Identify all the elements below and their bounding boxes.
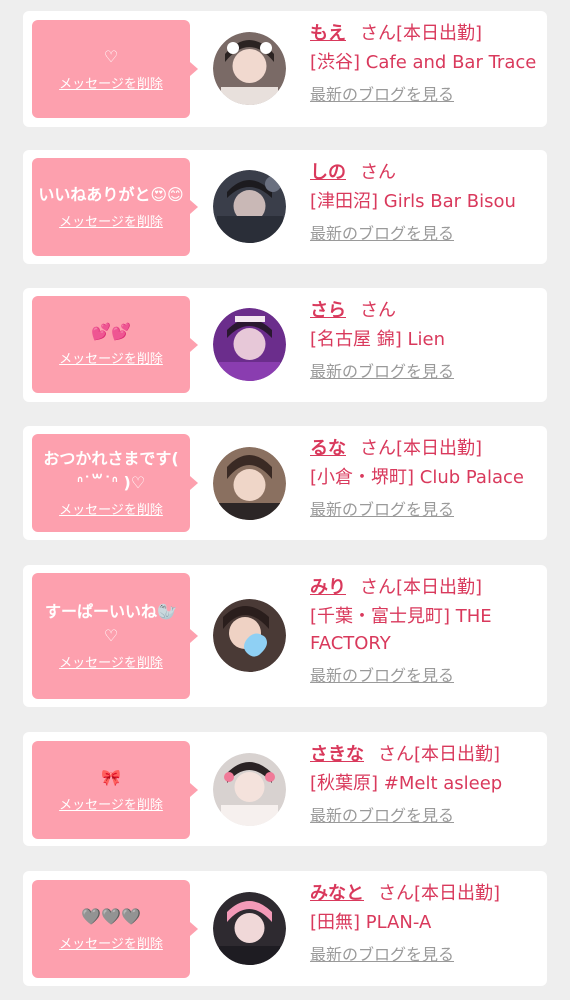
message-card: 🩶🩶🩶 メッセージを削除 みなと さん[本日出勤] [田無] PLAN-A 最新の… <box>23 871 547 986</box>
cast-name-link[interactable]: みり <box>310 577 346 598</box>
message-bubble: 💕💕 メッセージを削除 <box>32 296 198 393</box>
avatar[interactable] <box>213 753 286 826</box>
message-card: 💕💕 メッセージを削除 さら さん [名古屋 錦] Lien 最新のブログを見る <box>23 288 547 402</box>
status-badge: [本日出勤] <box>414 744 501 765</box>
status-badge: [本日出勤] <box>396 438 483 459</box>
message-text: すーぱーいいね🦭♡ <box>45 601 177 645</box>
message-text: おつかれさまです( ᐢ˙꒳˙ᐢ )♡ <box>43 448 179 492</box>
message-bubble: 🎀 メッセージを削除 <box>32 741 198 839</box>
status-badge: [本日出勤] <box>396 577 483 598</box>
message-card: 🎀 メッセージを削除 さきな さん[本日出勤] [秋葉原] #Melt aslee… <box>23 732 547 846</box>
avatar[interactable] <box>213 447 286 520</box>
blog-link[interactable]: 最新のブログを見る <box>310 223 542 245</box>
message-card: すーぱーいいね🦭♡ メッセージを削除 みり さん[本日出勤] [千葉・富士見町] … <box>23 565 547 707</box>
honorific: さん <box>360 162 396 183</box>
message-text: いいねありがと😍😊 <box>38 184 184 204</box>
honorific: さん <box>360 438 396 459</box>
message-text: 💕💕 <box>91 322 131 341</box>
cast-name-link[interactable]: さきな <box>310 744 364 765</box>
delete-message-link[interactable]: メッセージを削除 <box>59 211 163 230</box>
blog-link[interactable]: 最新のブログを見る <box>310 499 542 521</box>
delete-message-link[interactable]: メッセージを削除 <box>59 348 163 367</box>
blog-link[interactable]: 最新のブログを見る <box>310 361 542 383</box>
message-card: おつかれさまです( ᐢ˙꒳˙ᐢ )♡ メッセージを削除 るな さん[本日出勤] [… <box>23 426 547 540</box>
delete-message-link[interactable]: メッセージを削除 <box>59 652 163 671</box>
honorific: さん <box>378 744 414 765</box>
status-badge: [本日出勤] <box>414 883 501 904</box>
shop-label: [千葉・富士見町] THE FACTORY <box>310 606 492 654</box>
honorific: さん <box>360 300 396 321</box>
delete-message-link[interactable]: メッセージを削除 <box>59 794 163 813</box>
honorific: さん <box>378 883 414 904</box>
delete-message-link[interactable]: メッセージを削除 <box>59 73 163 92</box>
message-text: 🎀 <box>101 767 121 787</box>
message-bubble: 🩶🩶🩶 メッセージを削除 <box>32 880 198 978</box>
avatar[interactable] <box>213 32 286 105</box>
message-bubble: いいねありがと😍😊 メッセージを削除 <box>32 158 198 256</box>
shop-label: [秋葉原] #Melt asleep <box>310 773 503 794</box>
avatar[interactable] <box>213 892 286 965</box>
message-card: いいねありがと😍😊 メッセージを削除 しの さん [津田沼] Girls Bar … <box>23 150 547 264</box>
cast-info: さら さん [名古屋 錦] Lien 最新のブログを見る <box>310 298 542 383</box>
cast-name-link[interactable]: しの <box>310 162 346 183</box>
message-bubble: おつかれさまです( ᐢ˙꒳˙ᐢ )♡ メッセージを削除 <box>32 434 198 532</box>
cast-name-link[interactable]: もえ <box>310 23 346 44</box>
cast-name-link[interactable]: るな <box>310 438 346 459</box>
message-text: 🩶🩶🩶 <box>81 906 141 926</box>
message-bubble: すーぱーいいね🦭♡ メッセージを削除 <box>32 573 198 699</box>
cast-info: みなと さん[本日出勤] [田無] PLAN-A 最新のブログを見る <box>310 881 542 966</box>
cast-name-link[interactable]: さら <box>310 300 346 321</box>
message-text: ♡ <box>103 46 119 66</box>
blog-link[interactable]: 最新のブログを見る <box>310 805 542 827</box>
cast-info: さきな さん[本日出勤] [秋葉原] #Melt asleep 最新のブログを見る <box>310 742 542 827</box>
shop-label: [小倉・堺町] Club Palace <box>310 467 524 488</box>
shop-label: [津田沼] Girls Bar Bisou <box>310 191 516 212</box>
honorific: さん <box>360 23 396 44</box>
blog-link[interactable]: 最新のブログを見る <box>310 84 542 106</box>
blog-link[interactable]: 最新のブログを見る <box>310 944 542 966</box>
cast-info: みり さん[本日出勤] [千葉・富士見町] THE FACTORY 最新のブログを… <box>310 575 542 687</box>
shop-label: [田無] PLAN-A <box>310 912 432 933</box>
cast-name-link[interactable]: みなと <box>310 883 364 904</box>
cast-info: るな さん[本日出勤] [小倉・堺町] Club Palace 最新のブログを見る <box>310 436 542 521</box>
blog-link[interactable]: 最新のブログを見る <box>310 665 542 687</box>
shop-label: [名古屋 錦] Lien <box>310 329 445 350</box>
message-bubble: ♡ メッセージを削除 <box>32 20 198 118</box>
cast-info: しの さん [津田沼] Girls Bar Bisou 最新のブログを見る <box>310 160 542 245</box>
status-badge: [本日出勤] <box>396 23 483 44</box>
avatar[interactable] <box>213 599 286 672</box>
honorific: さん <box>360 577 396 598</box>
shop-label: [渋谷] Cafe and Bar Trace <box>310 52 537 73</box>
message-card: ♡ メッセージを削除 もえ さん[本日出勤] [渋谷] Cafe and Bar … <box>23 11 547 127</box>
avatar[interactable] <box>213 170 286 243</box>
message-list: ♡ メッセージを削除 もえ さん[本日出勤] [渋谷] Cafe and Bar … <box>0 0 570 1000</box>
avatar[interactable] <box>213 308 286 381</box>
cast-info: もえ さん[本日出勤] [渋谷] Cafe and Bar Trace 最新のブロ… <box>310 21 542 106</box>
delete-message-link[interactable]: メッセージを削除 <box>59 499 163 518</box>
delete-message-link[interactable]: メッセージを削除 <box>59 933 163 952</box>
